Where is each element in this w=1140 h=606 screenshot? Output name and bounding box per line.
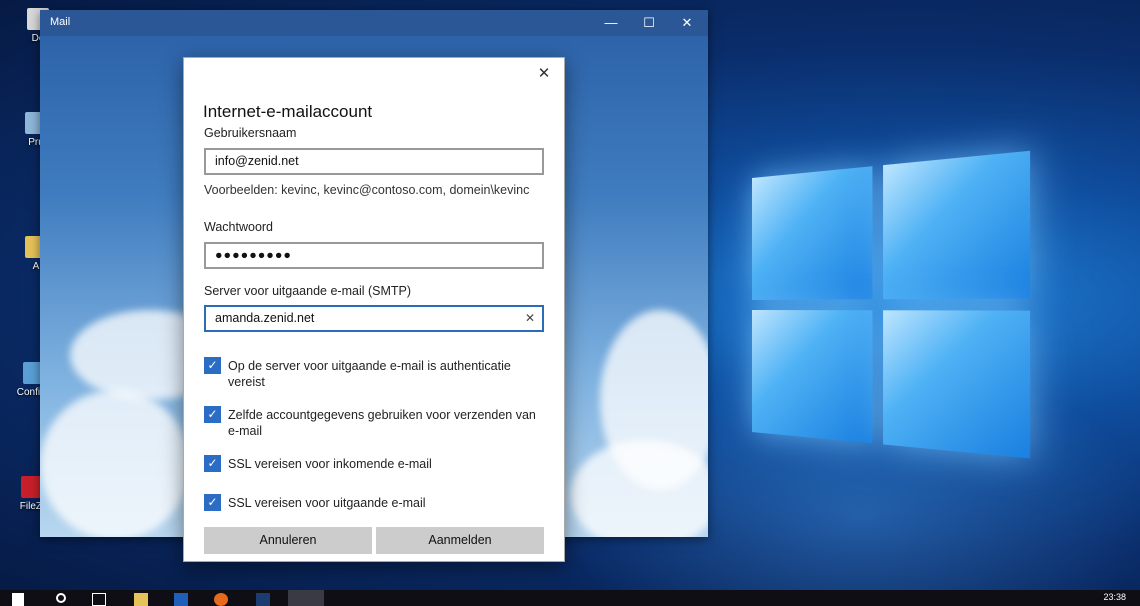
logo-pane — [752, 166, 872, 300]
checkmark-icon[interactable]: ✓ — [204, 455, 221, 472]
checkbox-label: SSL vereisen voor uitgaande e-mail — [228, 495, 546, 511]
mail-taskbar-icon[interactable] — [288, 590, 324, 606]
username-label: Gebruikersnaam — [204, 126, 296, 140]
mail-window-title: Mail — [50, 16, 70, 28]
smtp-server-input[interactable]: amanda.zenid.net ✕ — [204, 305, 544, 332]
minimize-icon[interactable]: — — [592, 10, 630, 36]
password-label: Wachtwoord — [204, 220, 273, 234]
file-explorer-icon[interactable] — [134, 593, 148, 606]
photoshop-icon[interactable] — [256, 593, 270, 606]
start-button-icon[interactable] — [12, 593, 24, 606]
checkbox-label: SSL vereisen voor inkomende e-mail — [228, 456, 546, 472]
firefox-icon[interactable] — [214, 593, 228, 606]
logo-pane — [883, 310, 1030, 458]
username-input[interactable]: info@zenid.net — [204, 148, 544, 175]
windows-logo-wallpaper — [752, 151, 1033, 464]
smtp-server-value: amanda.zenid.net — [215, 311, 314, 325]
dialog-close-icon[interactable]: ✕ — [532, 62, 556, 86]
checkbox-label: Zelfde accountgegevens gebruiken voor ve… — [228, 407, 546, 439]
cloud-decoration — [570, 440, 708, 537]
smtp-server-label: Server voor uitgaande e-mail (SMTP) — [204, 284, 411, 298]
outlook-icon[interactable] — [174, 593, 188, 606]
close-icon[interactable]: ✕ — [668, 10, 706, 36]
task-view-icon[interactable] — [92, 593, 106, 606]
sign-in-button[interactable]: Aanmelden — [376, 527, 544, 554]
maximize-icon[interactable]: ☐ — [630, 10, 668, 36]
clock: 23:38 — [1103, 592, 1126, 602]
checkmark-icon[interactable]: ✓ — [204, 406, 221, 423]
internet-email-account-dialog: ✕ Internet-e-mailaccount Gebruikersnaam … — [183, 57, 565, 562]
checkmark-icon[interactable]: ✓ — [204, 357, 221, 374]
clear-input-icon[interactable]: ✕ — [525, 307, 535, 330]
mail-titlebar[interactable]: Mail — ☐ ✕ — [40, 10, 708, 36]
taskbar: 23:38 — [0, 590, 1140, 606]
dialog-title: Internet-e-mailaccount — [203, 102, 372, 122]
search-icon[interactable] — [56, 593, 66, 603]
cloud-decoration — [40, 390, 190, 537]
logo-pane — [883, 151, 1030, 300]
checkbox-label: Op de server voor uitgaande e-mail is au… — [228, 358, 546, 390]
logo-pane — [752, 310, 872, 443]
checkmark-icon[interactable]: ✓ — [204, 494, 221, 511]
password-input[interactable]: ●●●●●●●●● — [204, 242, 544, 269]
cancel-button[interactable]: Annuleren — [204, 527, 372, 554]
username-hint: Voorbeelden: kevinc, kevinc@contoso.com,… — [204, 183, 529, 197]
